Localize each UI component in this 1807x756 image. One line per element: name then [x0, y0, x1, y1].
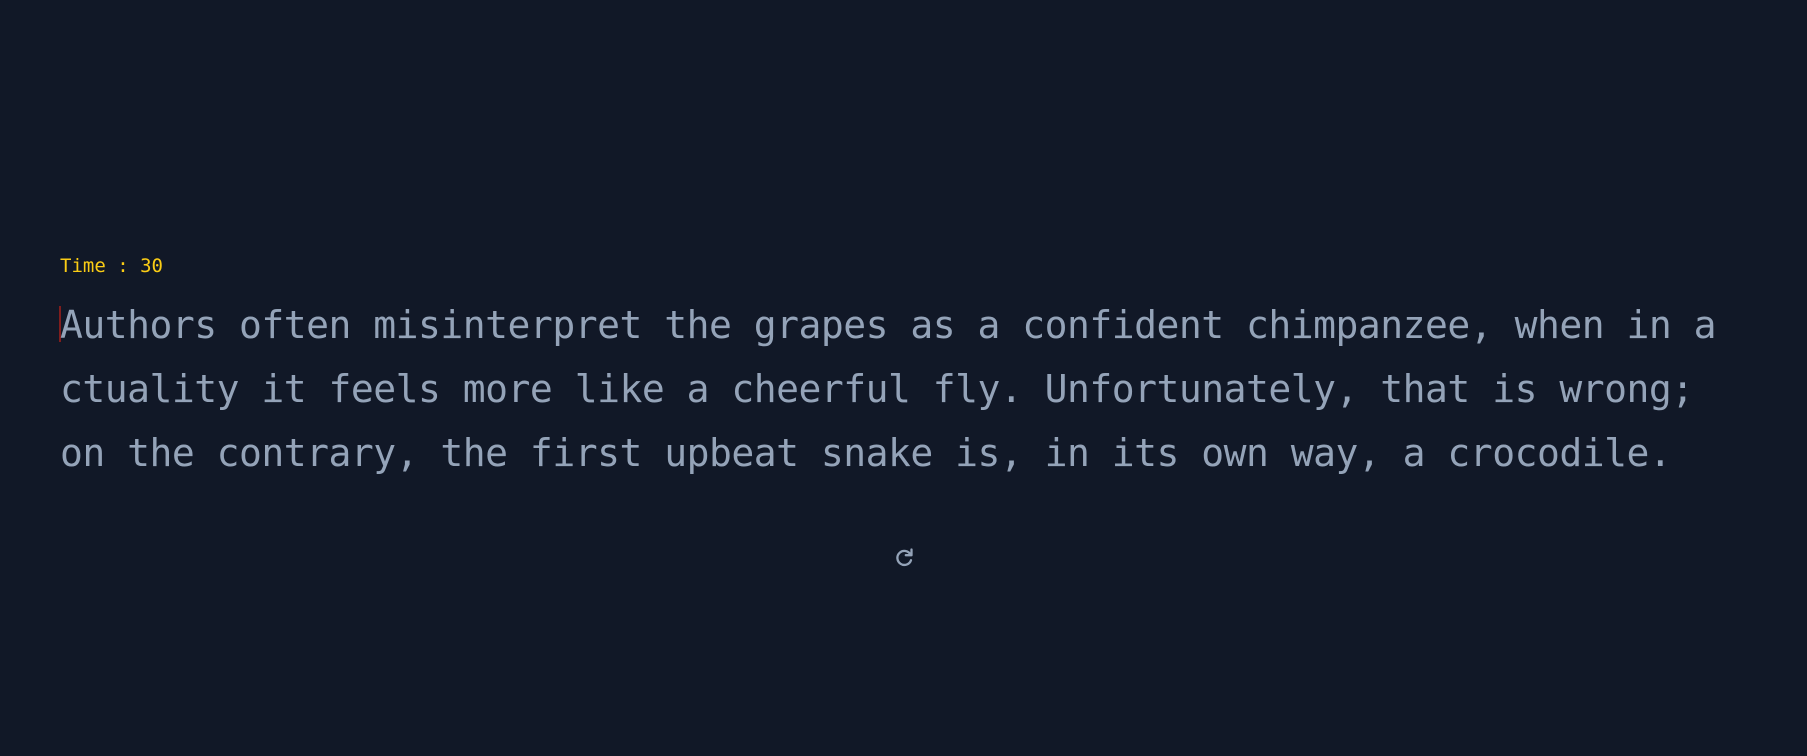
passage-line: on the contrary, the first upbeat snake … [60, 431, 1672, 475]
restart-icon [896, 548, 913, 567]
timer: Time : 30 [60, 255, 163, 277]
passage-line: Authors often misinterpret the grapes as… [60, 303, 1716, 347]
passage-line: ctuality it feels more like a cheerful f… [60, 367, 1694, 411]
typing-area[interactable]: Authors often misinterpret the grapes as… [59, 295, 1760, 495]
restart-button[interactable] [891, 544, 917, 570]
